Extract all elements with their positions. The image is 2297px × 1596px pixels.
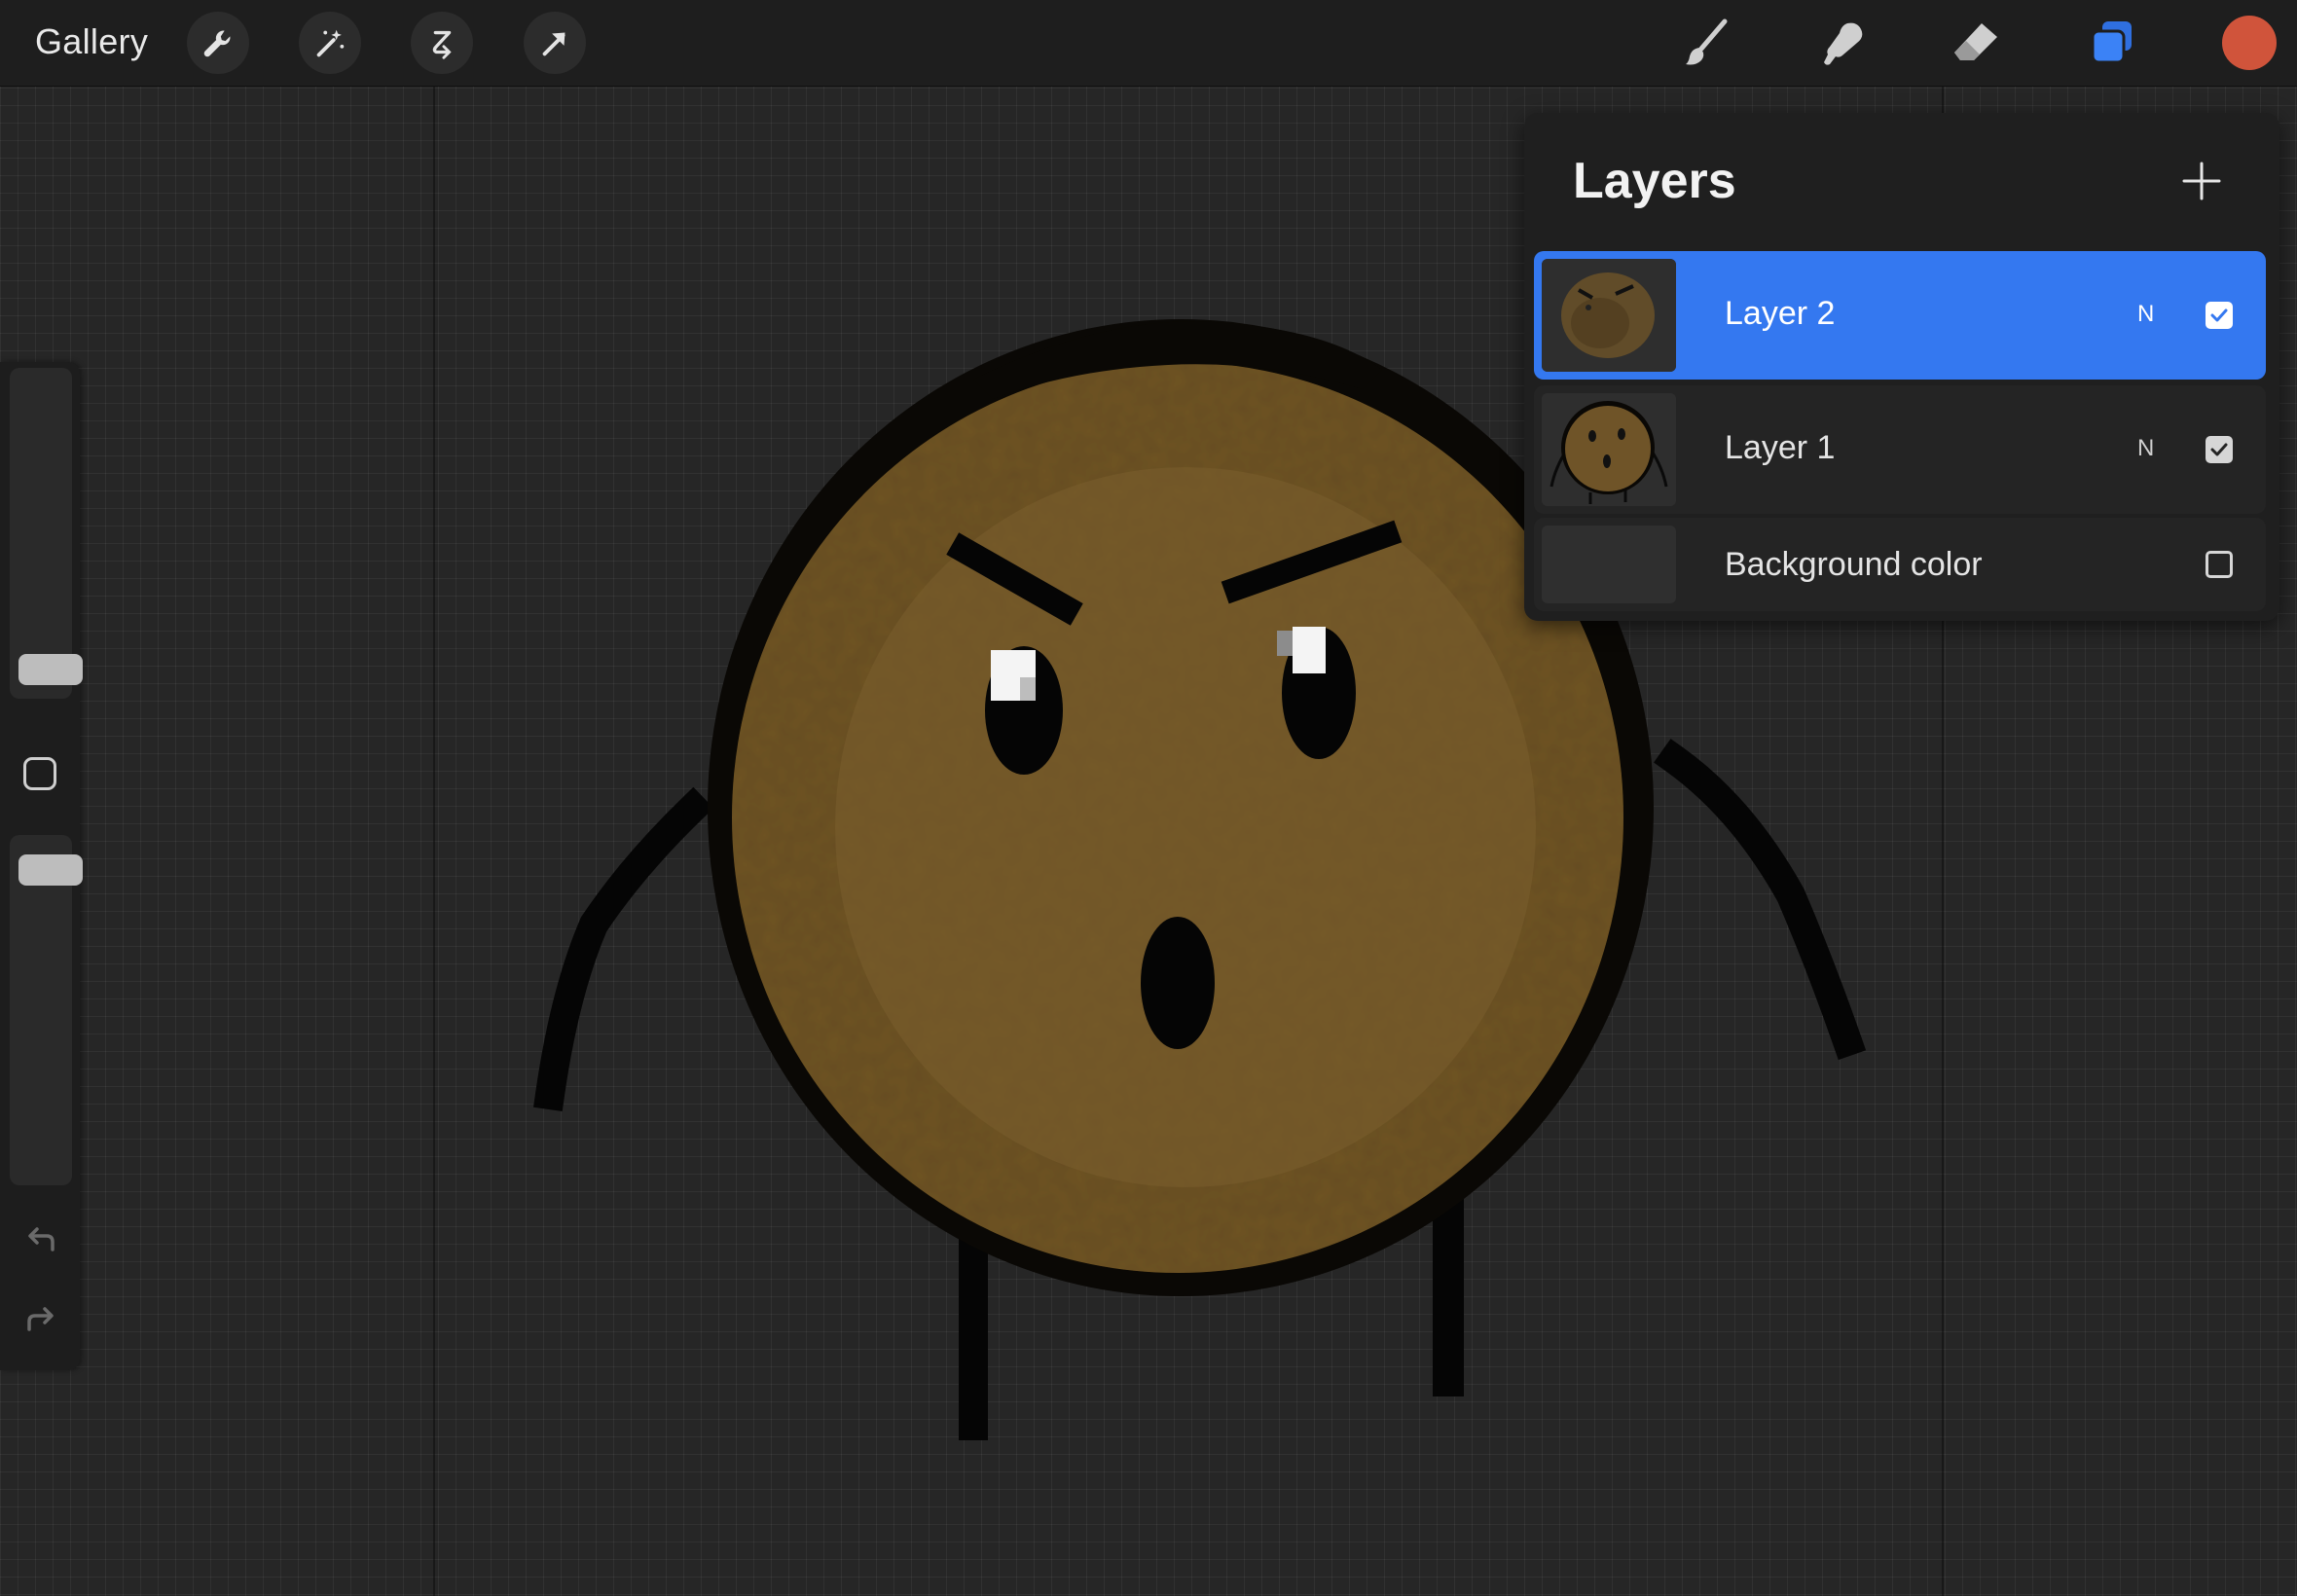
layers-panel-title: Layers [1573, 153, 1736, 209]
magic-wand-icon [316, 29, 345, 57]
left-arm [533, 786, 714, 1111]
add-layer-button[interactable] [2178, 158, 2225, 204]
brush-opacity-slider[interactable] [10, 835, 83, 1185]
brush-size-slider[interactable] [10, 368, 83, 699]
redo-icon[interactable] [21, 1300, 60, 1339]
layer-visibility-checkbox[interactable] [2206, 302, 2233, 329]
layer-row-layer-1[interactable]: Layer 1 N [1534, 385, 2266, 514]
gallery-button[interactable]: Gallery [35, 19, 148, 64]
plus-icon [2182, 162, 2221, 200]
adjustments-button[interactable] [299, 12, 361, 74]
arrow-icon [542, 32, 565, 56]
layer-row-layer-2[interactable]: Layer 2 N [1534, 251, 2266, 380]
layers-panel: Layers Layer 2 N Layer 1 N Background co… [1524, 113, 2279, 621]
eraser-icon [1954, 23, 1997, 60]
layer-thumbnail [1542, 393, 1676, 506]
checkmark-icon [2210, 308, 2228, 322]
procreate-app: Gallery Layers Layer 2 N Layer 1 N Backg… [0, 0, 2297, 1596]
modify-button[interactable] [23, 757, 56, 790]
layer-visibility-checkbox[interactable] [2206, 436, 2233, 463]
undo-icon[interactable] [21, 1220, 60, 1259]
layer-name: Layer 2 [1725, 295, 1836, 332]
background-color-swatch[interactable] [1542, 526, 1676, 603]
paint-tool-button[interactable] [1676, 12, 1738, 74]
blend-mode-button[interactable]: N [2137, 300, 2154, 329]
layer-thumbnail [1542, 259, 1676, 372]
left-sidebar [0, 362, 83, 1370]
smudge-icon [1824, 22, 1863, 65]
background-visibility-checkbox[interactable] [2206, 551, 2233, 578]
right-arm [1654, 739, 1867, 1061]
brush-icon [1686, 18, 1728, 65]
layer-row-background-color[interactable]: Background color [1534, 518, 2266, 611]
layer-2-thumbnail-art [1542, 259, 1676, 372]
checkmark-icon [2210, 443, 2228, 456]
layers-tool-button[interactable] [2081, 12, 2143, 74]
actions-button[interactable] [187, 12, 249, 74]
eraser-tool-button[interactable] [1945, 12, 2007, 74]
layers-icon [2091, 21, 2132, 64]
smudge-tool-button[interactable] [1810, 12, 1873, 74]
transform-button[interactable] [524, 12, 586, 74]
selection-button[interactable] [411, 12, 473, 74]
layer-name: Layer 1 [1725, 429, 1836, 466]
brush-opacity-thumb[interactable] [18, 854, 83, 886]
selection-icon [432, 30, 452, 59]
blend-mode-button[interactable]: N [2137, 434, 2154, 463]
wrench-icon [203, 30, 231, 57]
brush-size-thumb[interactable] [18, 654, 83, 685]
top-toolbar: Gallery [0, 0, 2297, 87]
layer-name: Background color [1725, 546, 1983, 583]
layer-1-thumbnail-art [1542, 393, 1676, 506]
color-swatch[interactable] [2222, 16, 2277, 70]
